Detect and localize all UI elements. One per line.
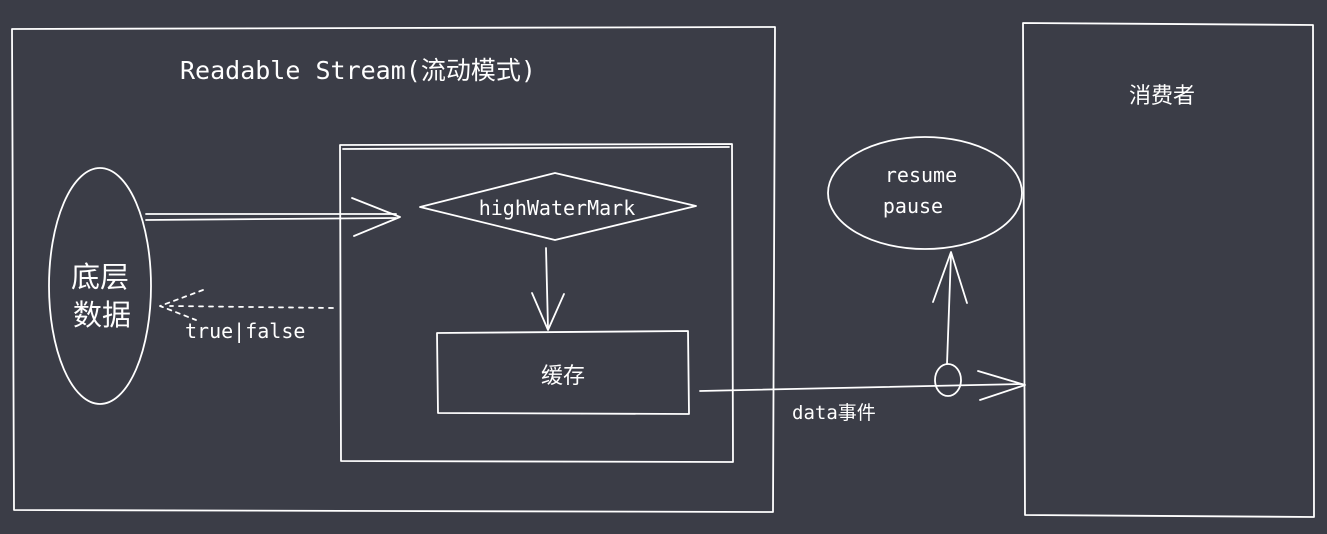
resume-pause-ellipse xyxy=(827,136,1023,250)
pause-label: pause xyxy=(883,194,943,218)
consumer-label: 消费者 xyxy=(1129,84,1195,109)
underlying-data-line1: 底层 xyxy=(71,260,129,294)
feedback-arrow-head xyxy=(159,289,204,321)
readable-stream-title: Readable Stream(流动模式) xyxy=(180,56,536,85)
data-event-label: data事件 xyxy=(792,402,876,424)
data-flow-arrow-head xyxy=(351,197,401,237)
up-arrow-shaft xyxy=(946,253,952,365)
feedback-dashed-line xyxy=(169,305,334,309)
feedback-label: true|false xyxy=(185,319,305,343)
data-event-arrow-shaft xyxy=(699,383,1023,392)
inner-box-sketch-line xyxy=(342,146,730,150)
event-listener-loop xyxy=(934,363,962,397)
data-flow-arrow-shaft xyxy=(145,213,397,221)
high-water-mark-label: highWaterMark xyxy=(479,196,636,220)
buffer-label: 缓存 xyxy=(541,364,585,389)
down-arrow-shaft xyxy=(545,247,549,329)
underlying-data-line2: 数据 xyxy=(73,298,131,332)
stream-diagram: Readable Stream(流动模式) 底层 数据 highWaterMar… xyxy=(11,22,1315,518)
resume-label: resume xyxy=(885,163,957,187)
